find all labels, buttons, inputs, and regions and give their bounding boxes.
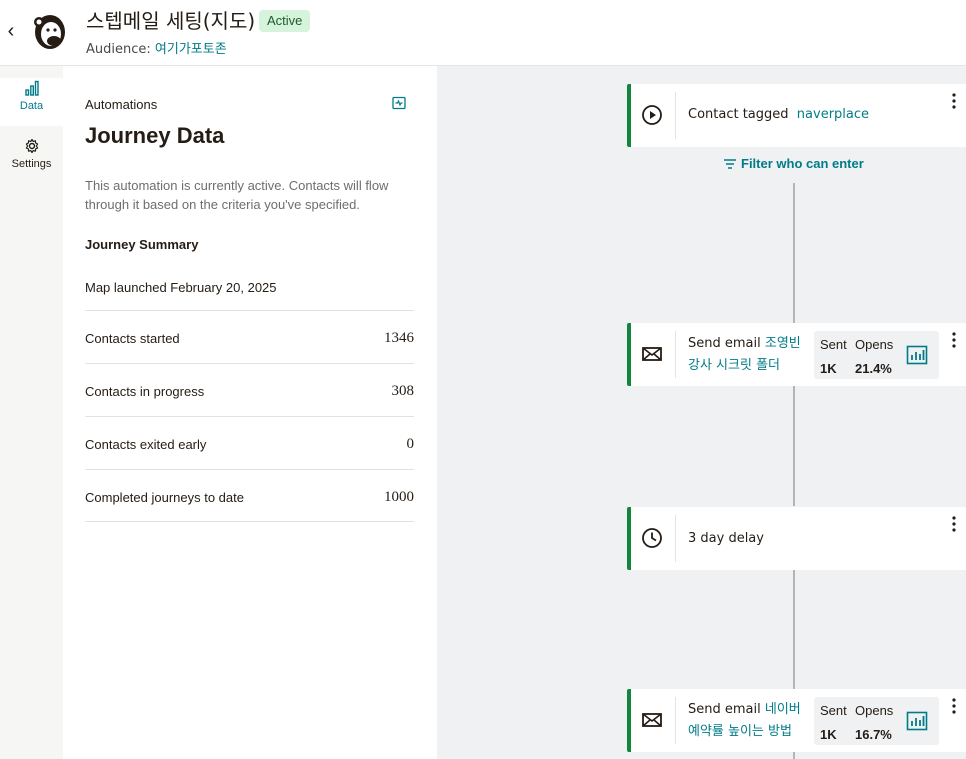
page-title: 스텝메일 세팅(지도) bbox=[86, 9, 256, 33]
stat-row: Contacts started 1346 bbox=[85, 310, 414, 363]
journey-data-panel: Automations Journey Data This automation… bbox=[63, 66, 437, 759]
email-link[interactable]: 강사 시크릿 폴더 bbox=[688, 358, 780, 373]
node-divider bbox=[675, 697, 676, 744]
stat-row: Contacts exited early 0 bbox=[85, 416, 414, 469]
stat-value: 1346 bbox=[384, 330, 414, 346]
stat-label: Contacts exited early bbox=[85, 437, 207, 452]
rail-item-settings[interactable]: Settings bbox=[0, 132, 63, 184]
send-email-node[interactable]: Send email 네이버 예약률 높이는 방법 Sent Opens 1K … bbox=[627, 689, 966, 752]
panel-description: This automation is currently active. Con… bbox=[85, 178, 389, 212]
node-text: Contact tagged naverplace bbox=[688, 104, 869, 126]
more-vertical-icon[interactable] bbox=[951, 515, 957, 533]
opens-value: 16.7% bbox=[855, 727, 892, 742]
audience-line: Audience: 여기가포토존 bbox=[86, 38, 227, 57]
app-header: ‹ 스텝메일 세팅(지도) Active Audience: 여기가포토존 bbox=[0, 0, 966, 66]
delay-node[interactable]: 3 day delay bbox=[627, 507, 966, 570]
envelope-icon bbox=[642, 713, 662, 727]
opens-value: 21.4% bbox=[855, 361, 892, 376]
envelope-icon bbox=[642, 347, 662, 361]
panel-collapse-icon[interactable] bbox=[392, 96, 406, 110]
back-button[interactable]: ‹ bbox=[4, 20, 18, 42]
node-text: Send email 조영빈 강사 시크릿 폴더 bbox=[688, 333, 801, 377]
journey-canvas[interactable]: Contact tagged naverplace Filter who can… bbox=[437, 66, 966, 759]
tag-link[interactable]: naverplace bbox=[797, 107, 869, 122]
stat-row: Completed journeys to date 1000 bbox=[85, 469, 414, 522]
node-divider bbox=[675, 515, 676, 562]
stat-value: 0 bbox=[406, 436, 415, 452]
email-link[interactable]: 예약률 높이는 방법 bbox=[688, 724, 792, 739]
filter-who-can-enter-button[interactable]: Filter who can enter bbox=[723, 156, 864, 171]
email-stats-box: Sent Opens 1K 21.4% bbox=[814, 331, 939, 379]
stats-list: Contacts started 1346 Contacts in progre… bbox=[85, 310, 414, 522]
play-circle-icon bbox=[642, 105, 662, 125]
rail-item-label: Data bbox=[19, 100, 44, 112]
sent-value: 1K bbox=[820, 727, 837, 742]
panel-title: Journey Data bbox=[85, 123, 225, 148]
stat-value: 1000 bbox=[384, 489, 414, 505]
node-text: Send email 네이버 예약률 높이는 방법 bbox=[688, 699, 801, 743]
left-rail: Data Settings bbox=[0, 66, 63, 759]
connector-line bbox=[793, 752, 795, 759]
email-stats-box: Sent Opens 1K 16.7% bbox=[814, 697, 939, 745]
stat-row: Contacts in progress 308 bbox=[85, 363, 414, 416]
audience-label: Audience: bbox=[86, 42, 151, 57]
audience-link[interactable]: 여기가포토존 bbox=[155, 42, 227, 57]
clock-icon bbox=[642, 528, 662, 548]
sent-label: Sent bbox=[820, 337, 847, 352]
sent-value: 1K bbox=[820, 361, 837, 376]
connector-line bbox=[793, 183, 795, 323]
trigger-prefix: Contact tagged bbox=[688, 107, 789, 122]
rail-item-data[interactable]: Data bbox=[0, 78, 63, 126]
filter-icon bbox=[724, 159, 736, 169]
email-prefix: Send email bbox=[688, 702, 761, 717]
status-badge: Active bbox=[259, 10, 311, 32]
email-prefix: Send email bbox=[688, 336, 761, 351]
stat-value: 308 bbox=[391, 383, 415, 399]
panel-label: Automations bbox=[85, 97, 158, 112]
email-link[interactable]: 네이버 bbox=[765, 702, 801, 717]
node-divider bbox=[675, 92, 676, 139]
mailchimp-logo-icon bbox=[34, 15, 65, 49]
stat-label: Completed journeys to date bbox=[85, 490, 244, 505]
filter-label: Filter who can enter bbox=[741, 156, 864, 171]
send-email-node[interactable]: Send email 조영빈 강사 시크릿 폴더 Sent Opens 1K 2… bbox=[627, 323, 966, 386]
opens-label: Opens bbox=[855, 337, 894, 352]
more-vertical-icon[interactable] bbox=[951, 331, 957, 349]
gear-icon bbox=[25, 138, 38, 154]
node-divider bbox=[675, 331, 676, 378]
delay-text: 3 day delay bbox=[688, 531, 764, 546]
sent-label: Sent bbox=[820, 703, 847, 718]
more-vertical-icon[interactable] bbox=[951, 92, 957, 110]
report-chart-icon[interactable] bbox=[906, 710, 928, 732]
report-chart-icon[interactable] bbox=[906, 344, 928, 366]
opens-label: Opens bbox=[855, 703, 894, 718]
connector-line bbox=[793, 386, 795, 506]
rail-item-label: Settings bbox=[11, 158, 52, 170]
stat-label: Contacts started bbox=[85, 331, 180, 346]
email-link[interactable]: 조영빈 bbox=[765, 336, 801, 351]
more-vertical-icon[interactable] bbox=[951, 697, 957, 715]
journey-summary-heading: Journey Summary bbox=[85, 237, 199, 252]
stat-label: Contacts in progress bbox=[85, 384, 205, 399]
bar-chart-icon bbox=[24, 80, 39, 96]
trigger-node[interactable]: Contact tagged naverplace bbox=[627, 84, 966, 147]
connector-line bbox=[793, 569, 795, 689]
launched-date: Map launched February 20, 2025 bbox=[85, 280, 277, 295]
